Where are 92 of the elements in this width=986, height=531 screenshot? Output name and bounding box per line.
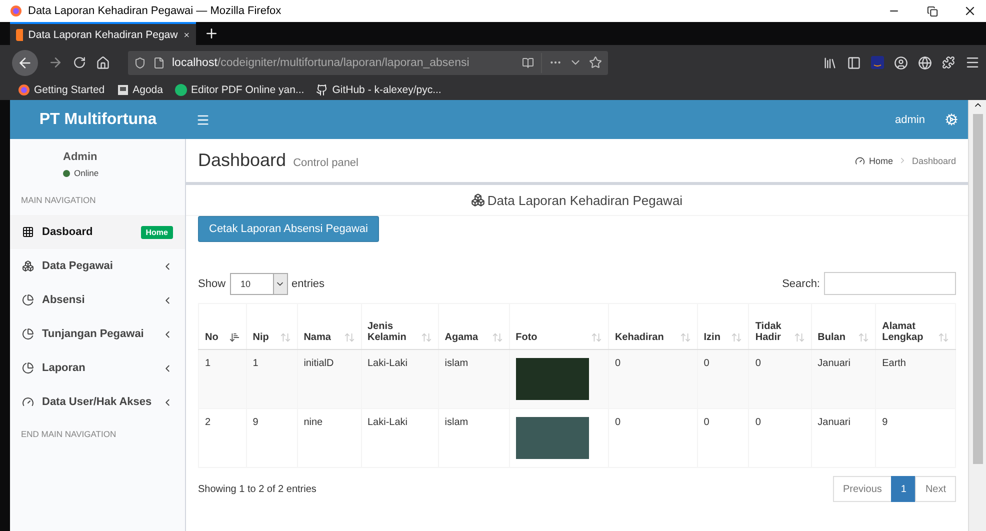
table-cell: 1	[205, 358, 211, 369]
pagination-button[interactable]: Next	[915, 476, 956, 502]
account-icon[interactable]	[894, 56, 908, 70]
length-label: Show	[198, 278, 226, 290]
restore-icon[interactable]	[926, 6, 938, 16]
browser-logo-icon	[18, 84, 30, 96]
sidebar-item[interactable]: Dasboard Home	[10, 215, 185, 249]
menu-icon[interactable]	[965, 55, 980, 70]
table-cell: 0	[755, 417, 761, 428]
scrollbar-thumb[interactable]	[972, 114, 982, 464]
pagination-button[interactable]: 1	[890, 476, 916, 502]
table-cell: islam	[444, 358, 468, 369]
brand-title: PT Multifortuna	[38, 110, 158, 128]
bookmark-link[interactable]: Editor PDF Online yan...	[175, 84, 304, 96]
column-header[interactable]: No	[198, 304, 246, 350]
table-cell: 0	[755, 358, 761, 369]
table-cell: Earth	[882, 358, 906, 369]
puzzle-icon[interactable]	[942, 56, 955, 69]
box-title: Data Laporan Kehadiran Pegawai	[487, 192, 683, 208]
bookmark-link[interactable]: Agoda	[116, 84, 163, 96]
section-heading: END MAIN NAVIGATION	[20, 428, 118, 441]
tab-favicon-icon	[16, 28, 24, 40]
address-bar[interactable]: localhost/codeigniter/multifortuna/laporan/laporan_absensi	[128, 50, 608, 74]
pie-chart-icon	[22, 294, 34, 306]
length-label: entries	[292, 278, 325, 290]
breadcrumb-link[interactable]: Home	[854, 156, 893, 166]
table-cell: 0	[704, 417, 710, 428]
back-button[interactable]	[12, 50, 38, 76]
shield-icon	[134, 56, 146, 68]
user-name: Admin	[63, 151, 98, 163]
github-icon	[316, 84, 328, 96]
table-cell: Laki-Laki	[368, 358, 408, 369]
extension-icon[interactable]	[871, 56, 884, 69]
table-cell: islam	[444, 417, 468, 428]
sidebar-item[interactable]: Data User/Hak Akses	[10, 385, 185, 419]
home-icon[interactable]	[96, 56, 110, 70]
cubes-icon	[22, 260, 34, 272]
table-cell: 0	[704, 358, 710, 369]
scrollbar[interactable]	[968, 100, 986, 531]
cubes-icon	[471, 193, 486, 207]
page-icon	[153, 56, 165, 68]
table-info: Showing 1 to 2 of 2 entries	[198, 484, 316, 494]
sidebar-item[interactable]: Laporan	[10, 351, 185, 385]
settings-icon[interactable]	[945, 113, 958, 126]
forward-arrow-icon[interactable]	[48, 55, 63, 70]
star-icon	[589, 56, 602, 69]
table-cell: Januari	[818, 358, 850, 369]
gauge-icon	[854, 156, 865, 166]
bookmark-link[interactable]: GitHub - k-alexey/pyc...	[316, 84, 442, 96]
table-cell: 0	[614, 417, 621, 428]
pagination-button[interactable]: Previous	[832, 476, 892, 502]
table-cell: 1	[252, 358, 258, 369]
bookmark-link[interactable]: Getting Started	[18, 84, 105, 96]
bookmark-icon	[175, 84, 187, 96]
sidebar-item[interactable]: Absensi	[10, 283, 185, 317]
grid-icon	[22, 226, 34, 238]
plus-icon[interactable]	[204, 26, 219, 41]
page-title: Dashboard	[198, 150, 286, 171]
table-cell: Laki-Laki	[368, 417, 408, 428]
table-cell: 9	[252, 417, 258, 428]
pie-chart-icon	[22, 362, 34, 374]
sidebar-item[interactable]: Data Pegawai	[10, 249, 185, 283]
browser-logo-icon	[10, 5, 22, 17]
gauge-icon	[22, 396, 34, 408]
user-link[interactable]: admin	[895, 114, 925, 126]
table-cell: initialD	[304, 358, 334, 369]
sidebar-icon[interactable]	[847, 56, 861, 70]
badge: Home	[140, 226, 173, 238]
window-title: Data Laporan Kehadiran Pegawai — Mozilla Firefox	[28, 5, 282, 17]
table-cell: 0	[614, 358, 621, 369]
page-subtitle: Control panel	[293, 156, 358, 168]
globe-icon[interactable]	[918, 56, 932, 70]
browser-tab[interactable]: Data Laporan Kehadiran Pegaw	[10, 22, 196, 45]
section-heading: MAIN NAVIGATION	[20, 194, 97, 207]
search-label: Search:	[782, 278, 820, 290]
table-cell: 2	[205, 417, 211, 428]
close-icon[interactable]	[963, 4, 977, 18]
table-cell: 9	[882, 417, 888, 428]
status-text: Online	[74, 168, 99, 178]
print-report-button[interactable]: Cetak Laporan Absensi Pegawai	[198, 216, 379, 242]
entries-select[interactable]: 10	[230, 272, 288, 294]
pie-chart-icon	[22, 328, 34, 340]
breadcrumb-current: Dashboard	[912, 156, 956, 166]
table-cell: nine	[304, 417, 323, 428]
search-field[interactable]	[824, 272, 956, 295]
table-cell: Januari	[818, 417, 850, 428]
page-icon	[116, 84, 129, 96]
reader-view-icon	[522, 56, 534, 68]
library-icon[interactable]	[823, 56, 837, 70]
status-dot	[63, 170, 70, 176]
sidebar-item[interactable]: Tunjangan Pegawai	[10, 317, 185, 351]
reload-icon[interactable]	[73, 56, 86, 69]
